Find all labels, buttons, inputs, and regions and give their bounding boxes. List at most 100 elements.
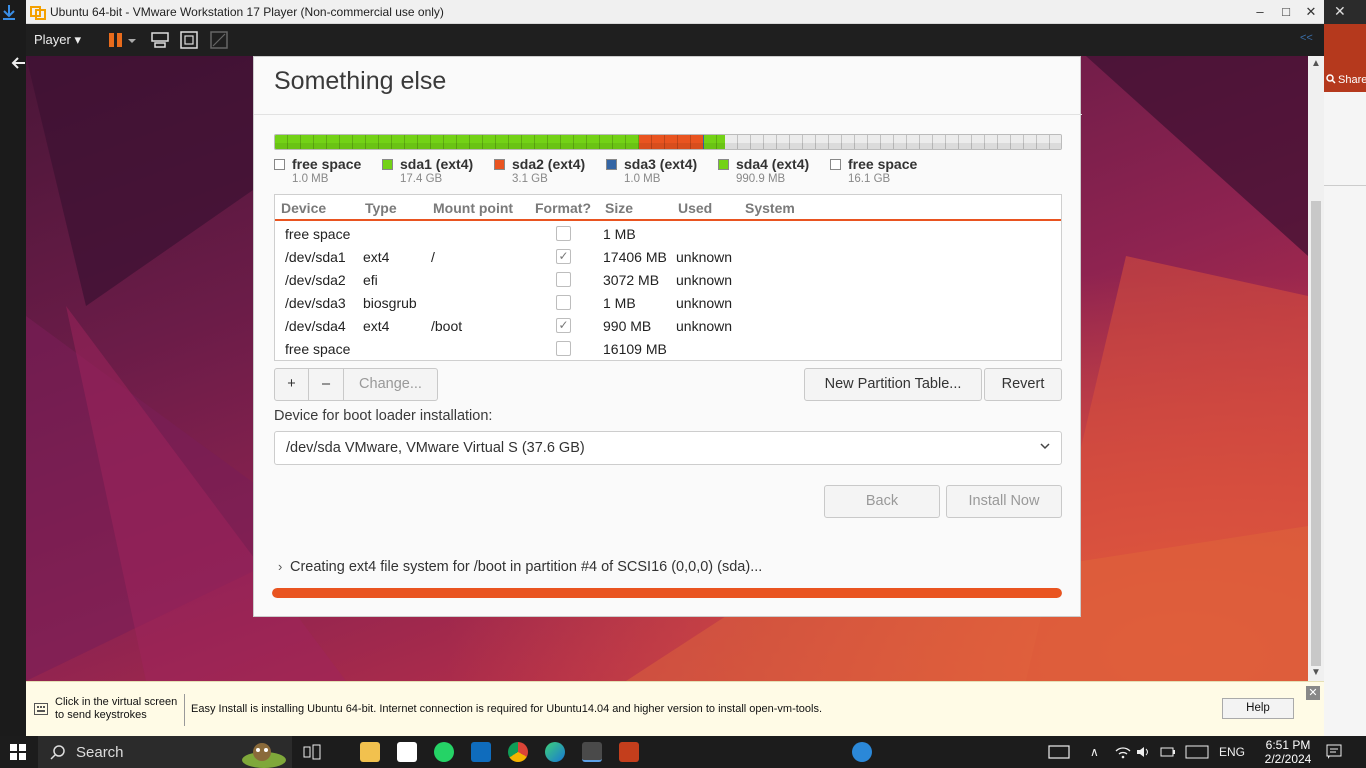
table-row[interactable]: /dev/sda2 efi 3072 MB unknown xyxy=(275,269,1061,292)
help-button[interactable]: Help xyxy=(1222,698,1294,719)
legend-swatch xyxy=(382,159,393,170)
outlook-icon[interactable] xyxy=(471,742,491,762)
bootloader-label: Device for boot loader installation: xyxy=(274,408,493,424)
close-infobar-icon[interactable]: ✕ xyxy=(1306,686,1320,700)
share-button[interactable]: Share xyxy=(1324,24,1366,92)
close-button[interactable]: ✕ xyxy=(1299,2,1323,22)
fullscreen-icon[interactable] xyxy=(179,30,199,50)
clock-time: 6:51 PM xyxy=(1265,738,1311,752)
legend-name: sda3 (ext4) xyxy=(624,156,698,172)
format-checkbox[interactable] xyxy=(556,272,571,287)
host-left-strip xyxy=(0,0,26,736)
table-row[interactable]: free space 1 MB xyxy=(275,223,1061,246)
table-row[interactable]: /dev/sda3 biosgrub 1 MB unknown xyxy=(275,292,1061,315)
outer-close-icon[interactable]: ✕ xyxy=(1334,3,1346,20)
format-checkbox[interactable] xyxy=(556,226,571,241)
taskbar-search[interactable]: Search xyxy=(38,736,292,768)
bootloader-device-select[interactable]: /dev/sda VMware, VMware Virtual S (37.6 … xyxy=(274,431,1062,465)
install-status[interactable]: › Creating ext4 file system for /boot in … xyxy=(278,559,762,575)
partition-bar xyxy=(274,134,1062,150)
back-arrow-icon[interactable] xyxy=(10,56,26,70)
keyboard-layout-icon[interactable] xyxy=(1185,744,1209,760)
info-divider xyxy=(184,694,185,726)
column-header-format[interactable]: Format? xyxy=(535,200,591,216)
cell-used: unknown xyxy=(676,295,733,311)
display-icon[interactable] xyxy=(1048,744,1070,760)
search-icon xyxy=(1326,74,1336,84)
battery-icon[interactable] xyxy=(1160,745,1176,759)
volume-icon[interactable] xyxy=(1136,745,1152,759)
pause-icon[interactable] xyxy=(106,30,126,50)
format-checkbox[interactable]: ✓ xyxy=(556,318,571,333)
cell-size: 1 MB xyxy=(603,295,636,311)
taskbar-clock[interactable]: 6:51 PM 2/2/2024 xyxy=(1256,738,1320,766)
format-checkbox[interactable] xyxy=(556,295,571,310)
share-label: Share xyxy=(1338,74,1366,86)
task-view-icon[interactable] xyxy=(302,742,322,762)
cell-size: 17406 MB xyxy=(603,249,667,265)
file-explorer-icon[interactable] xyxy=(360,742,380,762)
notifications-icon[interactable] xyxy=(1326,744,1342,760)
scroll-up-icon[interactable]: ▲ xyxy=(1311,58,1321,69)
edge-icon[interactable] xyxy=(545,742,565,762)
table-row[interactable]: /dev/sda1 ext4 / ✓ 17406 MB unknown xyxy=(275,246,1061,269)
table-row[interactable]: free space 16109 MB xyxy=(275,338,1061,361)
cell-size: 3072 MB xyxy=(603,272,660,288)
store-icon[interactable] xyxy=(397,742,417,762)
wifi-icon[interactable] xyxy=(1115,745,1131,759)
cell-type: ext4 xyxy=(363,318,390,334)
legend-name: sda1 (ext4) xyxy=(400,156,474,172)
back-button[interactable]: Back xyxy=(824,485,940,518)
legend-size: 16.1 GB xyxy=(848,173,891,185)
legend-name: free space xyxy=(292,156,362,172)
pause-dropdown-icon[interactable] xyxy=(126,30,138,50)
format-checkbox[interactable] xyxy=(556,341,571,356)
help-taskbar-icon[interactable] xyxy=(852,742,872,762)
minimize-button[interactable]: – xyxy=(1248,2,1272,22)
table-header: Device Type Mount point Format? Size Use… xyxy=(275,195,1061,221)
column-header-type[interactable]: Type xyxy=(365,200,397,216)
search-icon xyxy=(50,745,65,760)
maximize-button[interactable]: □ xyxy=(1274,2,1298,22)
page-title: Something else xyxy=(274,67,447,95)
guest-vertical-scrollbar[interactable]: ▲ ▼ xyxy=(1308,56,1324,681)
scroll-down-icon[interactable]: ▼ xyxy=(1311,667,1321,678)
cell-size: 990 MB xyxy=(603,318,652,334)
install-now-button[interactable]: Install Now xyxy=(946,485,1062,518)
collapse-toolbar-button[interactable]: << xyxy=(1300,32,1313,44)
unity-icon[interactable] xyxy=(209,30,229,50)
change-partition-button[interactable]: Change... xyxy=(343,368,438,401)
chrome-icon[interactable] xyxy=(508,742,528,762)
column-header-mount[interactable]: Mount point xyxy=(433,200,513,216)
cell-used: unknown xyxy=(676,249,733,265)
player-menu[interactable]: Player ▾ xyxy=(34,32,81,48)
vmware-taskbar-icon[interactable] xyxy=(582,742,602,762)
download-icon xyxy=(3,5,15,20)
remove-partition-button[interactable]: – xyxy=(308,368,344,401)
partition-bar-shade xyxy=(275,143,1061,149)
vmware-app-icon xyxy=(30,6,46,20)
format-checkbox[interactable]: ✓ xyxy=(556,249,571,264)
new-partition-table-button[interactable]: New Partition Table... xyxy=(804,368,982,401)
panel-divider xyxy=(1324,185,1366,186)
add-partition-button[interactable]: + xyxy=(274,368,309,401)
column-header-device[interactable]: Device xyxy=(281,200,326,216)
revert-button[interactable]: Revert xyxy=(984,368,1062,401)
cell-device: /dev/sda4 xyxy=(285,318,346,334)
tray-chevron-icon[interactable]: ∧ xyxy=(1090,745,1099,759)
windows-start-icon[interactable] xyxy=(10,744,26,760)
send-ctrl-alt-del-icon[interactable] xyxy=(150,30,170,50)
column-header-used[interactable]: Used xyxy=(678,200,712,216)
language-indicator[interactable]: ENG xyxy=(1219,745,1245,759)
column-header-system[interactable]: System xyxy=(745,200,795,216)
powerpoint-icon[interactable] xyxy=(619,742,639,762)
table-row[interactable]: /dev/sda4 ext4 /boot ✓ 990 MB unknown xyxy=(275,315,1061,338)
whatsapp-icon[interactable] xyxy=(434,742,454,762)
cell-device: /dev/sda3 xyxy=(285,295,346,311)
vmware-toolbar: Player ▾ << xyxy=(26,24,1324,56)
column-header-size[interactable]: Size xyxy=(605,200,633,216)
cell-device: free space xyxy=(285,341,351,357)
cell-device: /dev/sda1 xyxy=(285,249,346,265)
scroll-thumb[interactable] xyxy=(1311,201,1321,666)
chevron-right-icon[interactable]: › xyxy=(278,559,290,574)
